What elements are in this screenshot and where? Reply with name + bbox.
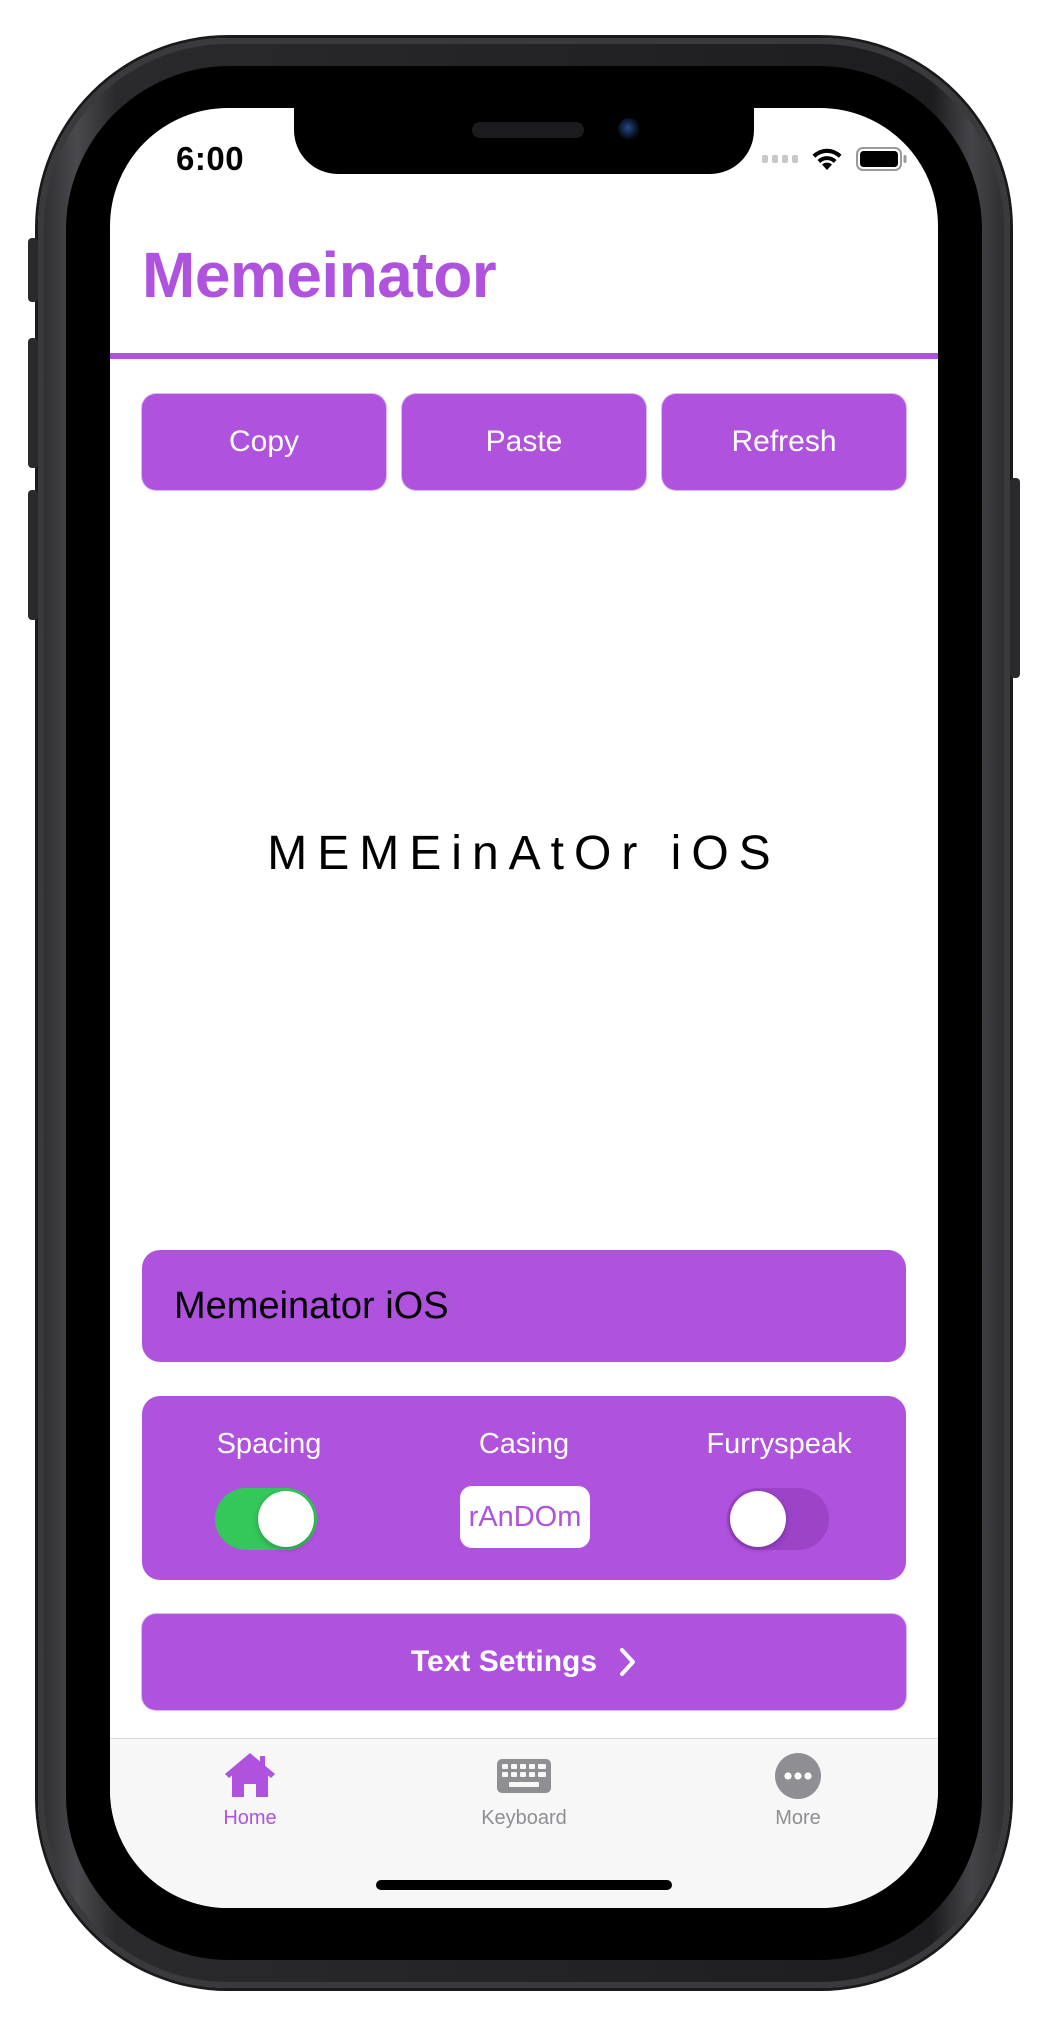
earpiece-speaker	[472, 122, 584, 138]
spacing-label: Spacing	[216, 1428, 322, 1460]
furryspeak-option: Furryspeak	[652, 1396, 906, 1580]
text-settings-button[interactable]: Text Settings	[142, 1614, 906, 1710]
status-time: 6:00	[176, 140, 245, 177]
status-icons	[762, 146, 908, 172]
tab-label-more: More	[775, 1807, 821, 1829]
copy-button[interactable]: Copy	[142, 394, 386, 490]
screen: 6:00 Memeinator Copy Paste Refresh MEMEi…	[110, 108, 938, 1908]
tab-more[interactable]: More	[698, 1749, 898, 1830]
title-divider	[110, 353, 938, 359]
meme-output-text: MEMEinAtOr iOS	[267, 827, 781, 880]
chevron-right-icon	[620, 1648, 636, 1676]
battery-icon	[856, 147, 907, 171]
action-toolbar: Copy Paste Refresh	[142, 394, 906, 490]
cellular-signal-icon	[762, 155, 798, 163]
ellipsis-circle-icon	[775, 1753, 821, 1799]
volume-up-button	[28, 338, 38, 468]
keyboard-icon	[497, 1759, 551, 1793]
tab-keyboard[interactable]: Keyboard	[424, 1749, 624, 1830]
toggle-knob	[258, 1491, 314, 1547]
casing-selector-button[interactable]: rAnDOm	[460, 1486, 590, 1548]
power-button	[1010, 478, 1020, 678]
spacing-toggle[interactable]	[215, 1488, 317, 1550]
text-input-container	[142, 1250, 906, 1362]
tab-home[interactable]: Home	[150, 1749, 350, 1830]
furryspeak-label: Furryspeak	[706, 1428, 852, 1460]
tab-label-home: Home	[223, 1807, 277, 1829]
text-settings-label: Text Settings	[410, 1645, 598, 1678]
wifi-icon	[812, 148, 842, 170]
casing-option: Casing rAnDOm	[397, 1396, 651, 1580]
page-title: Memeinator	[142, 239, 497, 311]
casing-label: Casing	[478, 1428, 570, 1460]
paste-button[interactable]: Paste	[402, 394, 646, 490]
house-icon	[225, 1753, 275, 1797]
notch	[294, 108, 754, 174]
spacing-option: Spacing	[142, 1396, 396, 1580]
meme-text-input[interactable]	[172, 1283, 876, 1329]
tab-label-keyboard: Keyboard	[481, 1807, 567, 1829]
options-panel: Spacing Casing rAnDOm Furryspeak	[142, 1396, 906, 1580]
front-camera	[618, 118, 640, 140]
volume-down-button	[28, 490, 38, 620]
furryspeak-toggle[interactable]	[727, 1488, 829, 1550]
home-indicator	[376, 1880, 672, 1890]
refresh-button[interactable]: Refresh	[662, 394, 906, 490]
toggle-knob	[730, 1491, 786, 1547]
silent-switch	[28, 238, 38, 302]
